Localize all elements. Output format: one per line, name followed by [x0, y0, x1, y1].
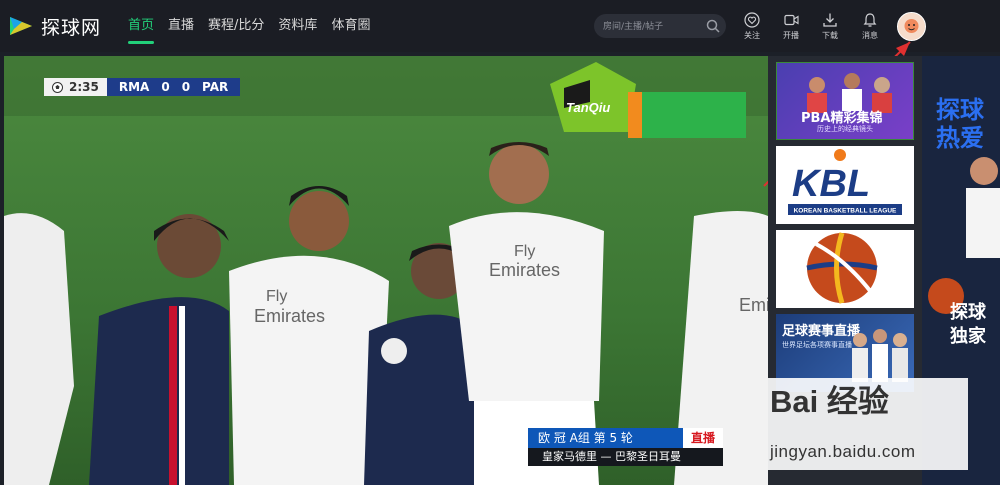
live-video-player[interactable]: Fly Emirates Fly Emirates Emi 2:35 RMA 0… — [4, 56, 768, 485]
nav-database[interactable]: 资料库 — [278, 0, 317, 52]
kbl-logo: KBL KOREAN BASKETBALL LEAGUE — [788, 149, 902, 215]
recommend-kbl[interactable]: KBL KOREAN BASKETBALL LEAGUE — [776, 146, 914, 224]
away-score: 0 — [181, 80, 191, 94]
download-icon — [823, 13, 837, 27]
promo-line-4: 独家 — [950, 326, 986, 347]
tanqiu-overlay-logo: TanQiu — [550, 62, 746, 138]
baidu-jingyan-watermark: Bai 经验 jingyan.baidu.com — [768, 378, 968, 470]
match-teams: 皇家马德里 — 巴黎圣日耳曼 — [528, 448, 723, 466]
live-badge: 直播 — [682, 428, 723, 448]
scoreboard: 2:35 RMA 0 0 PAR — [44, 78, 241, 96]
svg-text:Fly: Fly — [514, 243, 535, 260]
search-box — [594, 14, 726, 38]
svg-text:Fly: Fly — [266, 288, 287, 305]
kbl-caption: KOREAN BASKETBALL LEAGUE — [794, 208, 897, 215]
heart-icon — [744, 12, 760, 28]
site-name: 探球网 — [41, 16, 102, 39]
basketball-logo — [806, 232, 878, 304]
overlay-logo-text: TanQiu — [566, 100, 610, 115]
kbl-text: KBL — [792, 163, 870, 205]
recommend-basketball[interactable] — [776, 230, 914, 308]
recommend-pba-highlights[interactable]: PBA精彩集锦 历史上的经典镜头 — [776, 62, 914, 140]
svg-text:Emirates: Emirates — [489, 260, 560, 280]
video-camera-icon — [784, 14, 799, 26]
clock-value: 2:35 — [69, 80, 99, 94]
search-input[interactable] — [601, 18, 705, 36]
home-team: RMA — [118, 80, 150, 94]
nav-sports-circle[interactable]: 体育圈 — [331, 0, 370, 52]
recommend-subtitle: 世界足坛各项赛事直播 — [782, 341, 852, 349]
match-info-ticker: 欧 冠 A组 第 5 轮 直播 皇家马德里 — 巴黎圣日耳曼 — [528, 428, 723, 466]
follow-label: 关注 — [744, 31, 760, 40]
bell-icon — [863, 13, 877, 27]
search-icon[interactable] — [706, 19, 720, 33]
match-round: 欧 冠 A组 第 5 轮 — [538, 431, 633, 445]
team-scores: RMA 0 0 PAR — [106, 78, 241, 96]
site-logo[interactable]: 探球网 — [6, 9, 116, 43]
match-clock: 2:35 — [44, 78, 107, 96]
logo-icon — [6, 11, 36, 41]
promo-player-image — [928, 157, 1000, 314]
promo-line-3: 探球 — [950, 302, 986, 323]
nav-home[interactable]: 首页 — [128, 0, 155, 52]
soccer-ball-icon — [52, 81, 63, 93]
watermark-url: jingyan.baidu.com — [770, 442, 916, 461]
main-nav: 首页 直播 赛程/比分 资料库 体育圈 — [128, 0, 384, 52]
away-team: PAR — [202, 80, 229, 94]
home-score: 0 — [161, 80, 170, 94]
nav-schedule-scores[interactable]: 赛程/比分 — [208, 0, 264, 52]
svg-text:Emirates: Emirates — [254, 306, 325, 326]
nav-live[interactable]: 直播 — [168, 0, 194, 52]
watermark-text: Bai 经验 — [770, 384, 889, 419]
promo-line-1: 探球 — [936, 96, 984, 124]
svg-text:Emi: Emi — [739, 295, 768, 315]
recommend-subtitle: 历史上的经典镜头 — [817, 125, 873, 133]
